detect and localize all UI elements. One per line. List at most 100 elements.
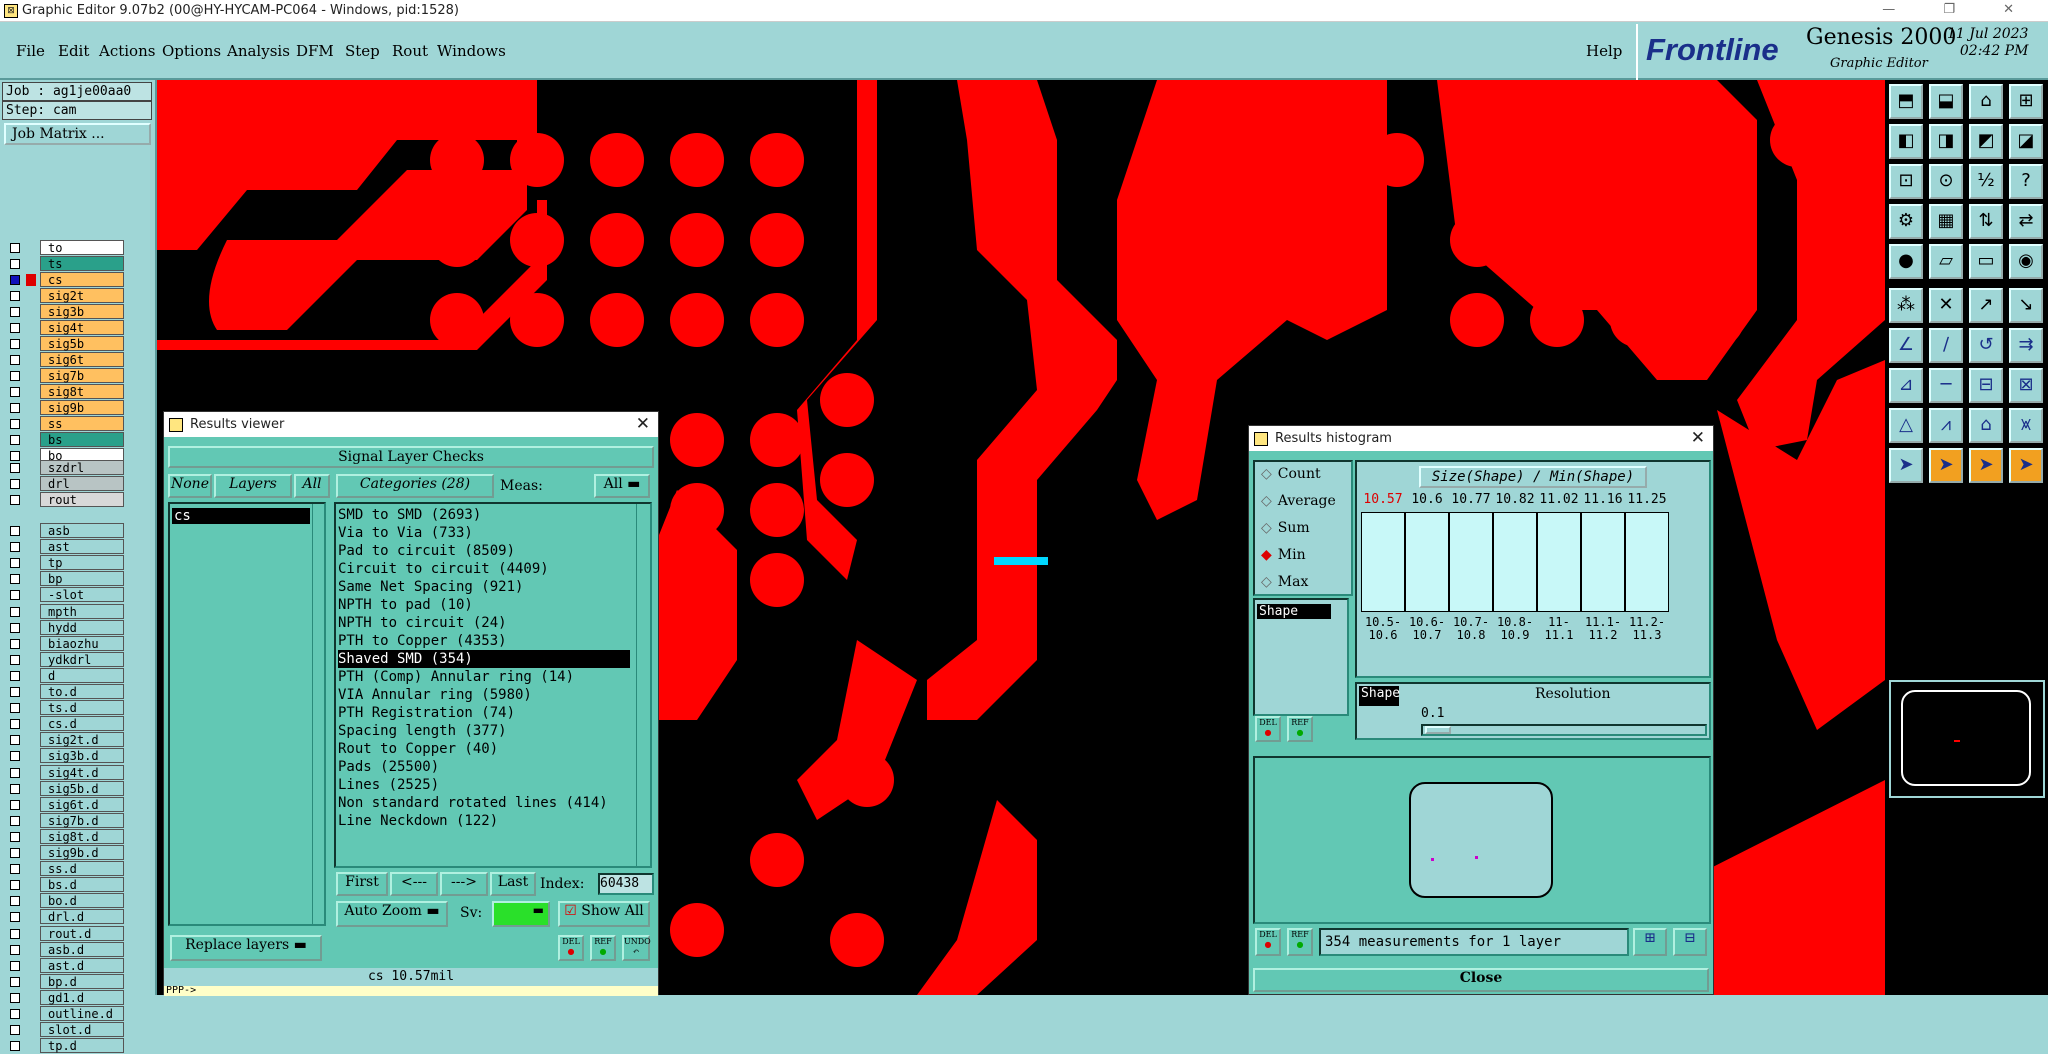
- close-button[interactable]: Close: [1253, 968, 1709, 992]
- close-icon[interactable]: ✕: [636, 412, 650, 437]
- tool-button-3-icon[interactable]: ⌂: [1969, 84, 2003, 119]
- layer-checkbox[interactable]: [10, 307, 20, 317]
- layer-row-sig4t.d[interactable]: sig4t.d: [6, 764, 124, 781]
- layer-checkbox[interactable]: [10, 799, 20, 810]
- layer-checkbox[interactable]: [10, 992, 20, 1003]
- layer-row-tp.d[interactable]: tp.d: [6, 1038, 124, 1054]
- layer-checkbox[interactable]: [10, 1041, 20, 1052]
- layer-checkbox[interactable]: [10, 419, 20, 429]
- layer-row-drl[interactable]: drl: [6, 476, 124, 492]
- layer-checkbox[interactable]: [10, 912, 20, 923]
- menu-file[interactable]: File: [16, 42, 45, 60]
- layer-checkbox[interactable]: [10, 495, 20, 505]
- tool-button-12-icon[interactable]: ?: [2009, 164, 2043, 199]
- layer-checkbox[interactable]: [10, 719, 20, 730]
- tool-button-31-icon[interactable]: ⊟: [1969, 368, 2003, 403]
- tool-button-1-icon[interactable]: ⬒: [1889, 84, 1923, 119]
- layer-row-bp.d[interactable]: bp.d: [6, 973, 124, 990]
- layer-row-sig8t[interactable]: sig8t: [6, 384, 124, 400]
- zoom-in-icon[interactable]: ⊞: [1633, 928, 1667, 956]
- tool-button-22-icon[interactable]: ✕: [1929, 288, 1963, 323]
- category-item[interactable]: Spacing length (377): [338, 722, 630, 740]
- layer-row-cs.d[interactable]: cs.d: [6, 716, 124, 732]
- tool-button-37-icon[interactable]: ➤: [1889, 448, 1923, 483]
- none-button[interactable]: None: [168, 474, 212, 498]
- tool-button-2-icon[interactable]: ⬓: [1929, 84, 1963, 119]
- menu-dfm[interactable]: DFM: [296, 42, 334, 60]
- histogram-bar[interactable]: [1625, 512, 1669, 612]
- category-item[interactable]: Via to Via (733): [338, 524, 630, 542]
- layer-checkbox[interactable]: [10, 243, 20, 253]
- tool-button-38-icon[interactable]: ➤: [1929, 448, 1963, 483]
- severity-select[interactable]: ▬: [492, 901, 550, 927]
- layer-checkbox[interactable]: [10, 880, 20, 891]
- replace-layers-select[interactable]: Replace layers ▬: [170, 935, 322, 961]
- category-scrollbar[interactable]: [636, 504, 650, 866]
- tool-button-5-icon[interactable]: ◧: [1889, 124, 1923, 159]
- category-item[interactable]: Pad to circuit (8509): [338, 542, 630, 560]
- layer-row-sig2t.d[interactable]: sig2t.d: [6, 732, 124, 748]
- layer-row-ss[interactable]: ss: [6, 416, 124, 432]
- tool-button-33-icon[interactable]: △: [1889, 408, 1923, 443]
- overview-map[interactable]: [1889, 680, 2045, 798]
- slider-thumb[interactable]: [1425, 726, 1451, 734]
- layer-row-rout[interactable]: rout: [6, 492, 124, 508]
- layer-checkbox[interactable]: [10, 848, 20, 858]
- layer-checkbox[interactable]: [10, 339, 20, 349]
- layer-row-to.d[interactable]: to.d: [6, 684, 124, 700]
- del-button[interactable]: DEL ●: [558, 935, 584, 961]
- scrollbar[interactable]: [312, 504, 324, 924]
- tool-button-16-icon[interactable]: ⇄: [2009, 204, 2043, 239]
- layer-row-biaozhu[interactable]: biaozhu: [6, 635, 124, 652]
- tool-button-18-icon[interactable]: ▱: [1929, 244, 1963, 279]
- layer-result-list[interactable]: cs: [168, 502, 326, 926]
- layer-row-sig3b[interactable]: sig3b: [6, 304, 124, 320]
- histogram-bar[interactable]: [1405, 512, 1449, 612]
- layer-checkbox[interactable]: [10, 590, 20, 601]
- tool-button-26-icon[interactable]: ∕: [1929, 328, 1963, 363]
- tool-button-17-icon[interactable]: ●: [1889, 244, 1923, 279]
- last-button[interactable]: Last: [490, 872, 536, 896]
- close-icon[interactable]: ✕: [1691, 426, 1705, 451]
- layer-checkbox[interactable]: [10, 960, 20, 971]
- menu-windows[interactable]: Windows: [437, 42, 506, 60]
- tool-button-28-icon[interactable]: ⇉: [2009, 328, 2043, 363]
- menu-analysis[interactable]: Analysis: [227, 42, 290, 60]
- layer-checkbox[interactable]: [10, 815, 20, 826]
- menu-help[interactable]: Help: [1586, 42, 1622, 60]
- layer-checkbox[interactable]: [10, 463, 20, 473]
- hist-del-button[interactable]: DEL ●: [1255, 716, 1281, 742]
- category-item[interactable]: NPTH to circuit (24): [338, 614, 630, 632]
- ref-button[interactable]: REF ●: [590, 935, 616, 961]
- stat-option-sum[interactable]: ◇ Sum: [1261, 520, 1310, 536]
- layer-row-tp[interactable]: tp: [6, 555, 124, 571]
- layer-row-rout.d[interactable]: rout.d: [6, 925, 124, 942]
- layer-checkbox[interactable]: [10, 403, 20, 413]
- layer-row-bo.d[interactable]: bo.d: [6, 893, 124, 909]
- auto-zoom-select[interactable]: Auto Zoom ▬: [336, 901, 448, 927]
- layer-row-sig7b[interactable]: sig7b: [6, 368, 124, 384]
- layer-row-ts[interactable]: ts: [6, 256, 124, 272]
- layer-row-mpth[interactable]: mpth: [6, 603, 124, 620]
- layer-row-bs[interactable]: bs: [6, 432, 124, 448]
- layer-checkbox[interactable]: [10, 622, 20, 633]
- tool-button-27-icon[interactable]: ↺: [1969, 328, 2003, 363]
- histogram-bar[interactable]: [1581, 512, 1625, 612]
- next-button[interactable]: --->: [440, 872, 488, 896]
- layer-row-sig2t[interactable]: sig2t: [6, 288, 124, 304]
- first-button[interactable]: First: [336, 872, 388, 896]
- tool-button-19-icon[interactable]: ▭: [1969, 244, 2003, 279]
- layer-checkbox[interactable]: [10, 751, 20, 762]
- layer-row-sig6t.d[interactable]: sig6t.d: [6, 796, 124, 813]
- layer-row-slot.d[interactable]: slot.d: [6, 1022, 124, 1038]
- tool-button-39-icon[interactable]: ➤: [1969, 448, 2003, 483]
- tool-button-6-icon[interactable]: ◨: [1929, 124, 1963, 159]
- category-item[interactable]: PTH to Copper (4353): [338, 632, 630, 650]
- index-input[interactable]: 60438: [598, 873, 654, 895]
- layer-checkbox[interactable]: [10, 638, 20, 649]
- undo-button[interactable]: UNDO ↶: [622, 935, 651, 961]
- category-item[interactable]: Rout to Copper (40): [338, 740, 630, 758]
- category-item[interactable]: Non standard rotated lines (414): [338, 794, 630, 812]
- layer-row-sig3b.d[interactable]: sig3b.d: [6, 748, 124, 764]
- layer-row-sig9b.d[interactable]: sig9b.d: [6, 845, 124, 861]
